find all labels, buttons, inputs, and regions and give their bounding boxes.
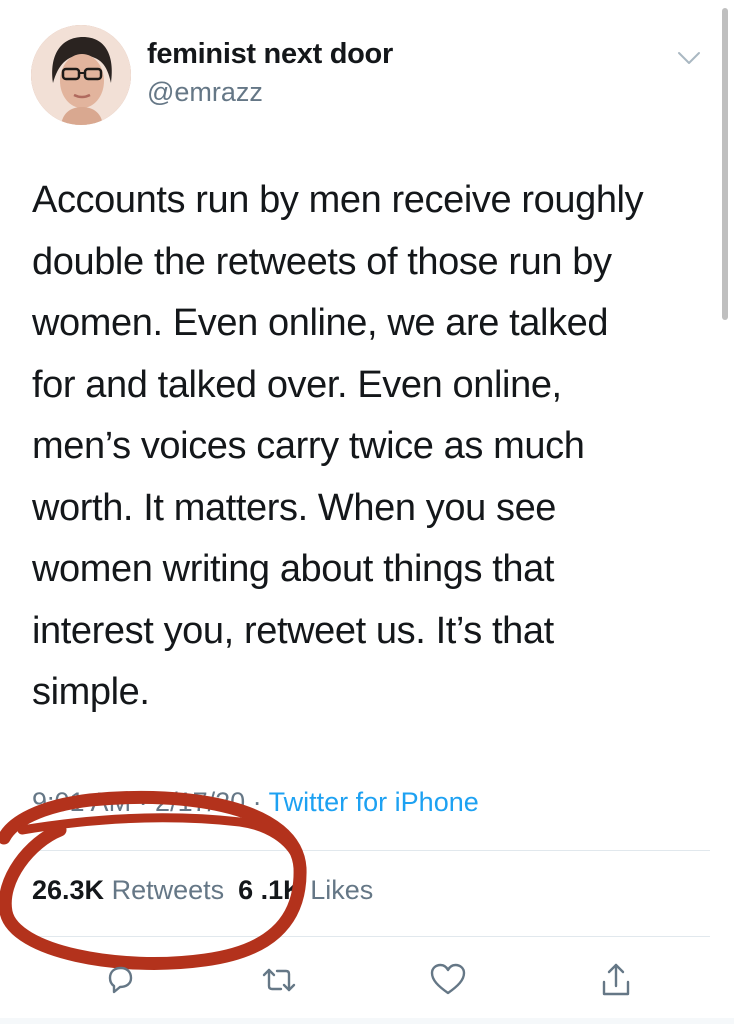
retweet-button[interactable] xyxy=(254,955,304,1005)
share-icon xyxy=(602,963,630,996)
share-button[interactable] xyxy=(591,955,641,1005)
scrollbar[interactable] xyxy=(722,8,728,320)
avatar[interactable] xyxy=(31,25,131,125)
likes-stat[interactable]: 6 .1K Likes xyxy=(238,875,373,905)
tweet-text-line: men’s voices carry twice as much xyxy=(32,425,585,467)
display-name[interactable]: feminist next door xyxy=(147,38,393,71)
reply-icon xyxy=(108,966,133,994)
tweet-text-line: women. Even online, we are talked xyxy=(32,302,609,344)
tweet-text-line: interest you, retweet us. It’s that xyxy=(32,609,554,652)
meta-separator: · xyxy=(245,787,269,817)
divider xyxy=(32,936,710,937)
avatar-photo xyxy=(31,25,131,125)
tweet-text-line: simple. xyxy=(32,671,150,713)
heart-icon xyxy=(430,963,466,995)
reply-button[interactable] xyxy=(95,955,145,1005)
like-button[interactable] xyxy=(423,955,473,1005)
retweets-stat[interactable]: 26.3K Retweets xyxy=(32,875,224,905)
tweet-text-line: Accounts run by men receive roughly xyxy=(32,179,644,221)
tweet-source-link[interactable]: Twitter for iPhone xyxy=(269,787,479,817)
retweets-count: 26.3K xyxy=(32,875,105,905)
retweets-label: Retweets xyxy=(111,875,225,905)
bottom-edge xyxy=(0,1018,734,1024)
tweet-text-line: for and talked over. Even online, xyxy=(32,363,562,406)
chevron-down-icon[interactable] xyxy=(676,48,702,68)
tweet-timestamp[interactable]: 9:01 AM · 2/17/20 xyxy=(32,787,245,817)
tweet-meta: 9:01 AM · 2/17/20 · Twitter for iPhone xyxy=(32,787,479,818)
likes-count: 6 .1K xyxy=(238,875,303,905)
tweet-text: Accounts run by men receive roughly doub… xyxy=(32,170,712,724)
tweet-text-line: double the retweets of those run by xyxy=(32,240,612,283)
tweet-text-line: worth. It matters. When you see xyxy=(32,486,557,529)
tweet-actions xyxy=(0,955,734,1005)
tweet-stats: 26.3K Retweets 6 .1K Likes xyxy=(32,875,373,906)
user-handle[interactable]: @emrazz xyxy=(147,77,263,108)
tweet-text-line: women writing about things that xyxy=(32,548,555,590)
divider xyxy=(32,850,710,851)
retweet-icon xyxy=(262,968,296,992)
likes-label: Likes xyxy=(310,875,374,905)
